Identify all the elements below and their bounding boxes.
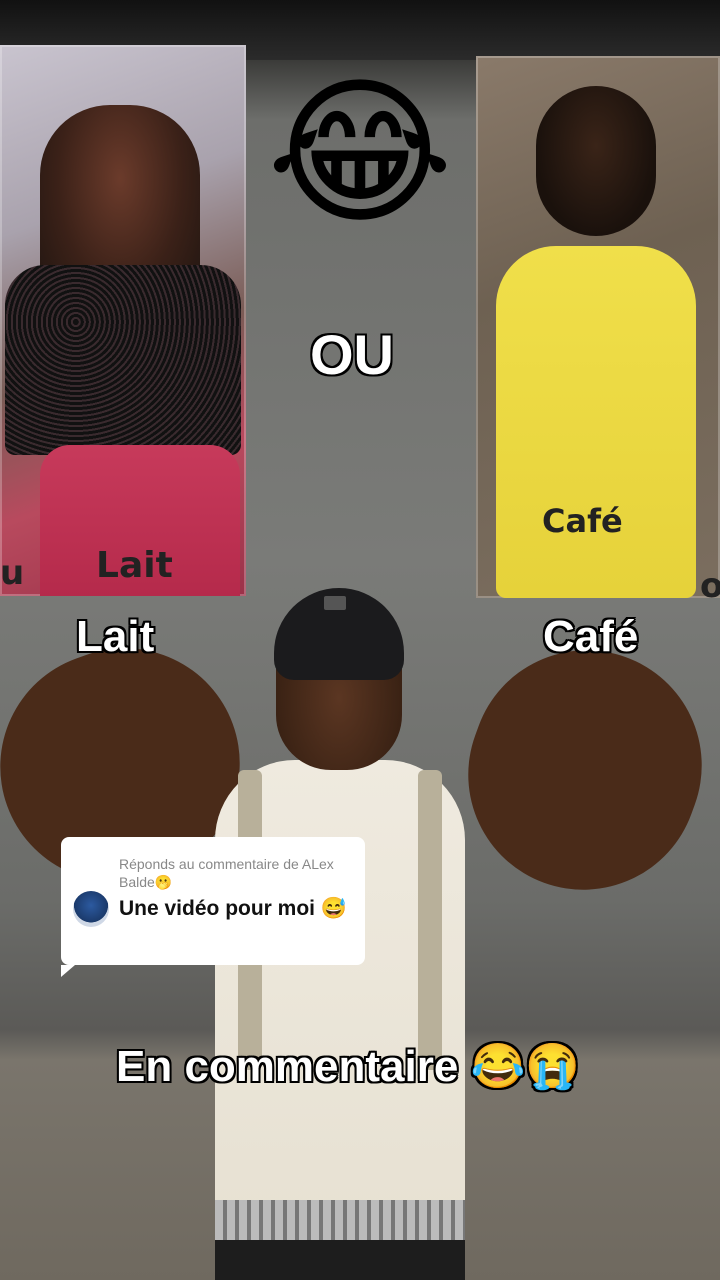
right-photo-caption: Café bbox=[542, 502, 623, 540]
right-photo-edge-letter: o bbox=[700, 566, 720, 598]
label-lait: Lait bbox=[76, 612, 155, 661]
reply-header: Réponds au commentaire de ALex Balde🫢 bbox=[119, 856, 334, 890]
right-photo-head bbox=[536, 86, 656, 236]
left-photo-top bbox=[5, 265, 241, 455]
commenter-avatar bbox=[73, 891, 109, 927]
backpack-strap-right bbox=[418, 770, 442, 1070]
pants bbox=[215, 1240, 465, 1280]
right-photo: Café o bbox=[476, 56, 720, 598]
label-cafe: Café bbox=[543, 612, 639, 661]
bottom-caption: En commentaire 😂😭 bbox=[116, 1042, 581, 1091]
beanie-tag bbox=[324, 596, 346, 610]
reply-comment-text: Une vidéo pour moi 😅 bbox=[119, 897, 347, 920]
left-photo: Lait u bbox=[0, 45, 246, 596]
reply-comment-bubble[interactable]: Réponds au commentaire de ALex Balde🫢 Un… bbox=[61, 837, 365, 977]
left-photo-edge-letter: u bbox=[0, 553, 25, 593]
ou-text: OU bbox=[310, 323, 394, 386]
right-photo-dress bbox=[496, 246, 696, 598]
laughing-emoji-icon: 😂 bbox=[266, 59, 454, 246]
studded-belt bbox=[215, 1200, 465, 1240]
left-photo-caption: Lait bbox=[96, 545, 173, 586]
